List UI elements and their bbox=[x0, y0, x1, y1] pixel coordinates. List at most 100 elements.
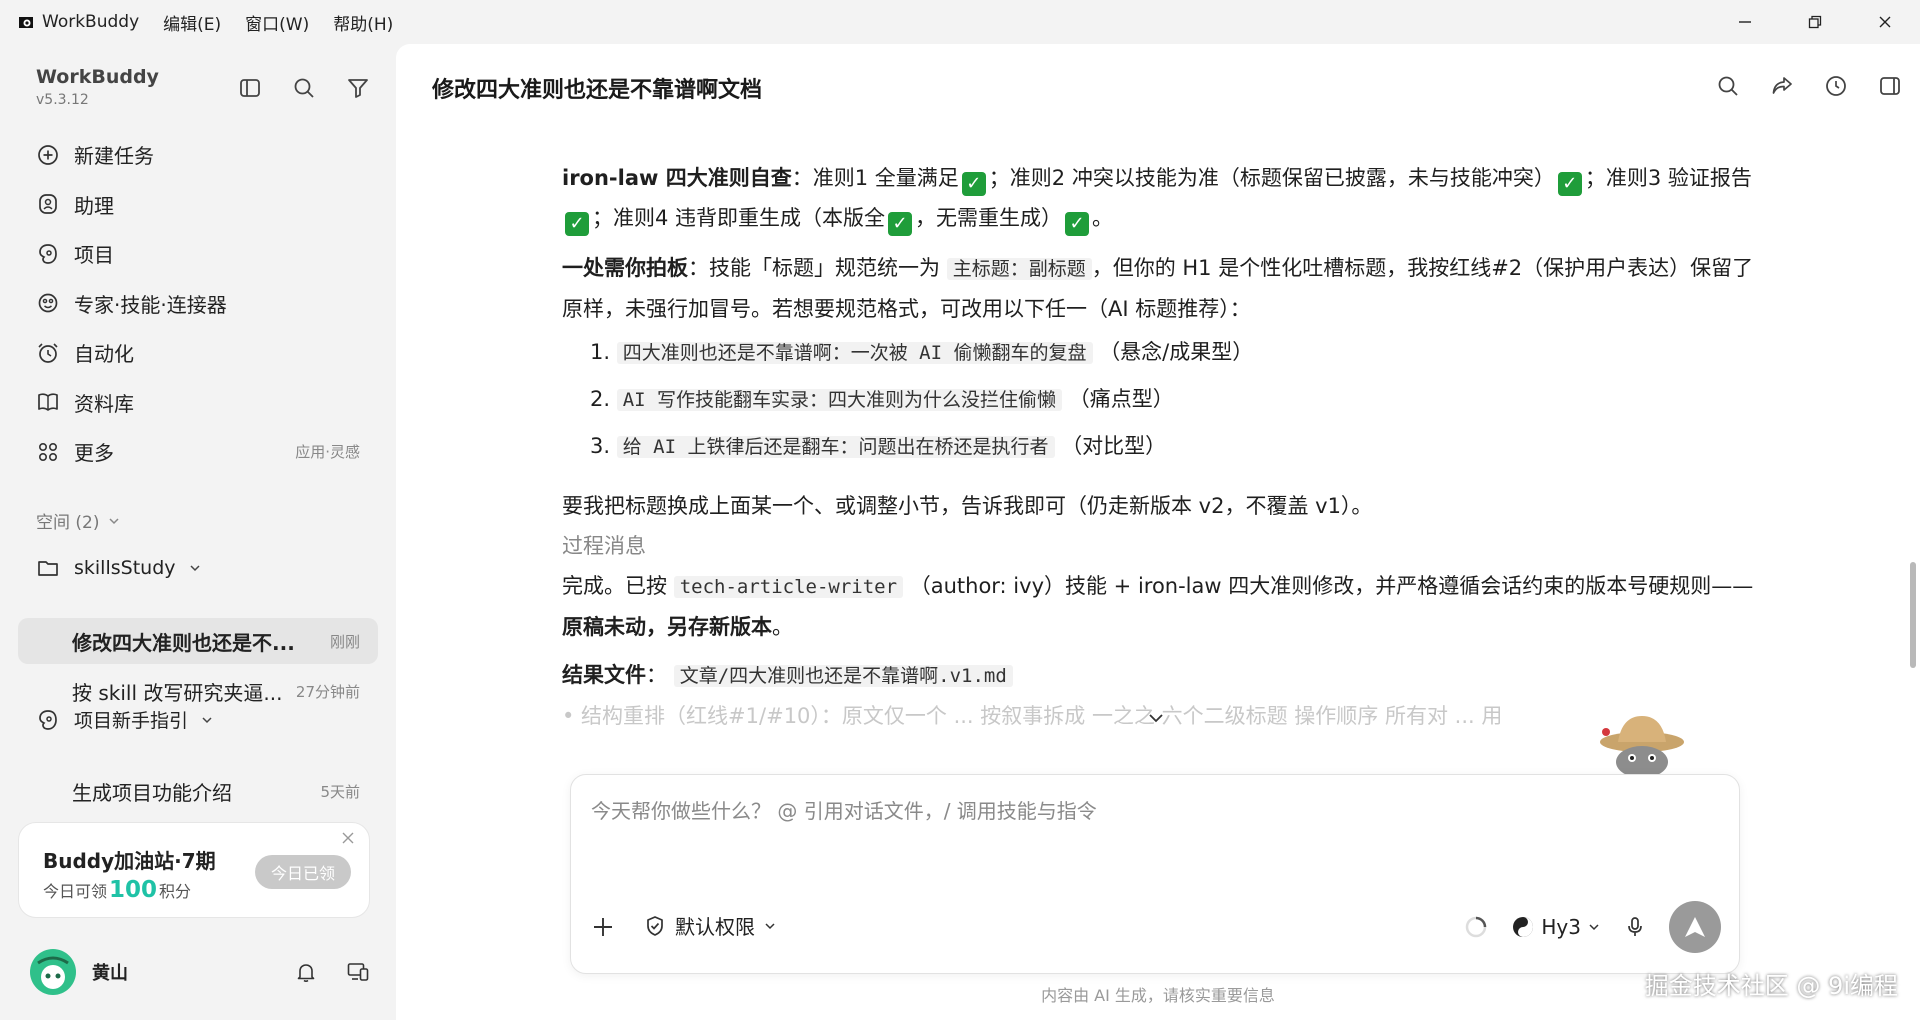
nav-label: 更多 bbox=[74, 441, 114, 466]
check-icon: ✓ bbox=[565, 212, 589, 236]
list-item: 3. 给 AI 上铁律后还是翻车：问题出在桥还是执行者 （对比型） bbox=[590, 423, 1762, 470]
task-time: 27分钟前 bbox=[295, 682, 360, 701]
inline-code: 给 AI 上铁律后还是翻车：问题出在桥还是执行者 bbox=[616, 436, 1055, 458]
nav-automation[interactable]: 自动化 bbox=[20, 328, 378, 378]
project-onboarding[interactable]: 项目新手指引 bbox=[36, 706, 214, 733]
text: 。 bbox=[772, 615, 793, 639]
app-name: WorkBuddy bbox=[42, 12, 140, 32]
nav-project[interactable]: 项目 bbox=[20, 229, 378, 279]
nav-library[interactable]: 资料库 bbox=[20, 378, 378, 428]
title-bar: WorkBuddy 编辑(E) 窗口(W) 帮助(H) bbox=[0, 0, 1920, 44]
text: ；准则4 违背即重生成（本版全 bbox=[592, 206, 886, 230]
claim-button[interactable]: 今日已领 bbox=[255, 855, 351, 889]
permission-label: 默认权限 bbox=[675, 915, 755, 939]
space-header[interactable]: 空间 (2) bbox=[36, 508, 121, 533]
history-button[interactable] bbox=[1822, 72, 1850, 100]
toggle-sidebar-button[interactable] bbox=[236, 74, 264, 102]
sidebar-nav: 新建任务 助理 项目 专家·技能·连接器 自动化 资料库 更多 应用·灵感 bbox=[20, 130, 378, 477]
main-panel: 修改四大准则也还是不靠谱啊文档 iron-law 四大准则自查：准则1 全量满足… bbox=[396, 44, 1920, 1020]
close-window-button[interactable] bbox=[1850, 0, 1920, 44]
nav-experts[interactable]: 专家·技能·连接器 bbox=[20, 279, 378, 329]
restore-button[interactable] bbox=[1780, 0, 1850, 44]
close-icon bbox=[1879, 16, 1891, 28]
title-options-list: 1. 四大准则也还是不靠谱啊：一次被 AI 偷懒翻车的复盘 （悬念/成果型） 2… bbox=[590, 329, 1762, 470]
send-arrow-icon bbox=[1685, 917, 1705, 937]
panel-toggle-button[interactable] bbox=[1876, 72, 1904, 100]
list-item: 2. AI 写作技能翻车实录：四大准则为什么没拦住偷懒 （痛点型） bbox=[590, 376, 1762, 423]
menu-window[interactable]: 窗口(W) bbox=[245, 10, 309, 35]
minimize-button[interactable] bbox=[1710, 0, 1780, 44]
project-name: skillsStudy bbox=[74, 557, 176, 579]
text: ：准则1 全量满足 bbox=[791, 166, 959, 190]
attach-button[interactable] bbox=[591, 915, 615, 943]
model-logo-icon bbox=[1513, 917, 1534, 937]
composer-input[interactable]: 今天帮你做些什么？ @ 引用对话文件，/ 调用技能与指令 bbox=[591, 795, 1097, 824]
restore-icon bbox=[1808, 15, 1822, 29]
promo-close-button[interactable] bbox=[339, 829, 357, 847]
nav-label: 资料库 bbox=[74, 391, 134, 416]
bold-text: 原稿未动，另存新版本 bbox=[562, 615, 772, 639]
promo-prefix: 今日可领 bbox=[43, 882, 108, 901]
task-title: 生成项目功能介绍 bbox=[72, 780, 232, 805]
sidebar-panel-icon bbox=[240, 79, 260, 97]
check-icon: ✓ bbox=[961, 172, 986, 196]
promo-card[interactable]: Buddy加油站·7期 今日可领 100 积分 今日已领 bbox=[18, 822, 370, 918]
alarm-icon bbox=[36, 341, 60, 365]
microphone-icon[interactable] bbox=[1623, 915, 1647, 939]
check-icon: ✓ bbox=[1557, 172, 1582, 196]
self-check-heading: iron-law 四大准则自查 bbox=[562, 166, 792, 190]
mascot-image bbox=[1600, 716, 1684, 778]
task-item[interactable]: 生成项目功能介绍 5天前 bbox=[18, 768, 378, 814]
model-selector[interactable]: Hy3 bbox=[1511, 915, 1601, 939]
filter-icon bbox=[348, 79, 368, 98]
menu-edit[interactable]: 编辑(E) bbox=[163, 10, 221, 35]
menu-bar: 编辑(E) 窗口(W) 帮助(H) bbox=[163, 10, 417, 35]
chevron-down-icon bbox=[188, 561, 202, 575]
minimize-icon bbox=[1739, 21, 1751, 23]
scrollbar[interactable] bbox=[1910, 130, 1918, 820]
list-item: 1. 四大准则也还是不靠谱啊：一次被 AI 偷懒翻车的复盘 （悬念/成果型） bbox=[590, 329, 1762, 376]
result-heading: 结果文件 bbox=[562, 663, 646, 687]
filter-button[interactable] bbox=[344, 74, 372, 102]
list-number: 1. bbox=[590, 340, 611, 364]
expert-icon bbox=[36, 291, 60, 315]
project-skillsstudy[interactable]: skillsStudy bbox=[36, 556, 202, 580]
nav-assistant[interactable]: 助理 bbox=[20, 180, 378, 230]
share-button[interactable] bbox=[1768, 72, 1796, 100]
text: 。 bbox=[1092, 206, 1114, 230]
permission-selector[interactable]: 默认权限 bbox=[643, 911, 777, 940]
task-item-active[interactable]: 修改四大准则也还是不... 刚刚 bbox=[18, 618, 378, 664]
promo-suffix: 积分 bbox=[159, 882, 192, 901]
sidebar: WorkBuddy v5.3.12 新建任务 助理 项目 专家·技能·连接器 自… bbox=[0, 44, 394, 1020]
scrollbar-thumb[interactable] bbox=[1910, 562, 1916, 668]
nav-label: 助理 bbox=[74, 193, 114, 218]
search-button[interactable] bbox=[1714, 72, 1742, 100]
nav-new-task[interactable]: 新建任务 bbox=[20, 130, 378, 180]
menu-help[interactable]: 帮助(H) bbox=[333, 10, 393, 35]
assistant-icon bbox=[36, 192, 60, 216]
text: ： bbox=[646, 663, 667, 687]
promo-title: Buddy加油站·7期 bbox=[43, 849, 216, 873]
result-file-line: 结果文件： 文章/四大准则也还是不靠谱啊.v1.md bbox=[562, 655, 1762, 696]
chevron-down-icon bbox=[109, 517, 120, 524]
scroll-to-bottom-button[interactable] bbox=[1146, 708, 1166, 732]
chevron-down-icon bbox=[1149, 714, 1163, 723]
plus-icon bbox=[594, 918, 612, 936]
project-icon bbox=[36, 242, 60, 266]
send-button[interactable] bbox=[1669, 901, 1721, 953]
result-file-link[interactable]: 文章/四大准则也还是不靠谱啊.v1.md bbox=[673, 665, 1013, 687]
shield-check-icon bbox=[647, 915, 663, 936]
space-label: 空间 (2) bbox=[36, 513, 100, 533]
bell-icon[interactable] bbox=[294, 960, 318, 984]
text: ，无需重生成） bbox=[915, 206, 1063, 230]
loading-spinner-icon bbox=[1466, 916, 1487, 938]
avatar[interactable] bbox=[30, 949, 76, 995]
nav-label: 新建任务 bbox=[74, 144, 154, 169]
devices-icon[interactable] bbox=[346, 960, 370, 984]
sidebar-search-button[interactable] bbox=[290, 74, 318, 102]
composer-right-tools: Hy3 bbox=[1463, 901, 1721, 953]
app-logo-icon bbox=[19, 17, 33, 28]
nav-more[interactable]: 更多 应用·灵感 bbox=[20, 427, 378, 477]
folder-icon bbox=[36, 556, 60, 580]
project-name: 项目新手指引 bbox=[74, 710, 189, 732]
